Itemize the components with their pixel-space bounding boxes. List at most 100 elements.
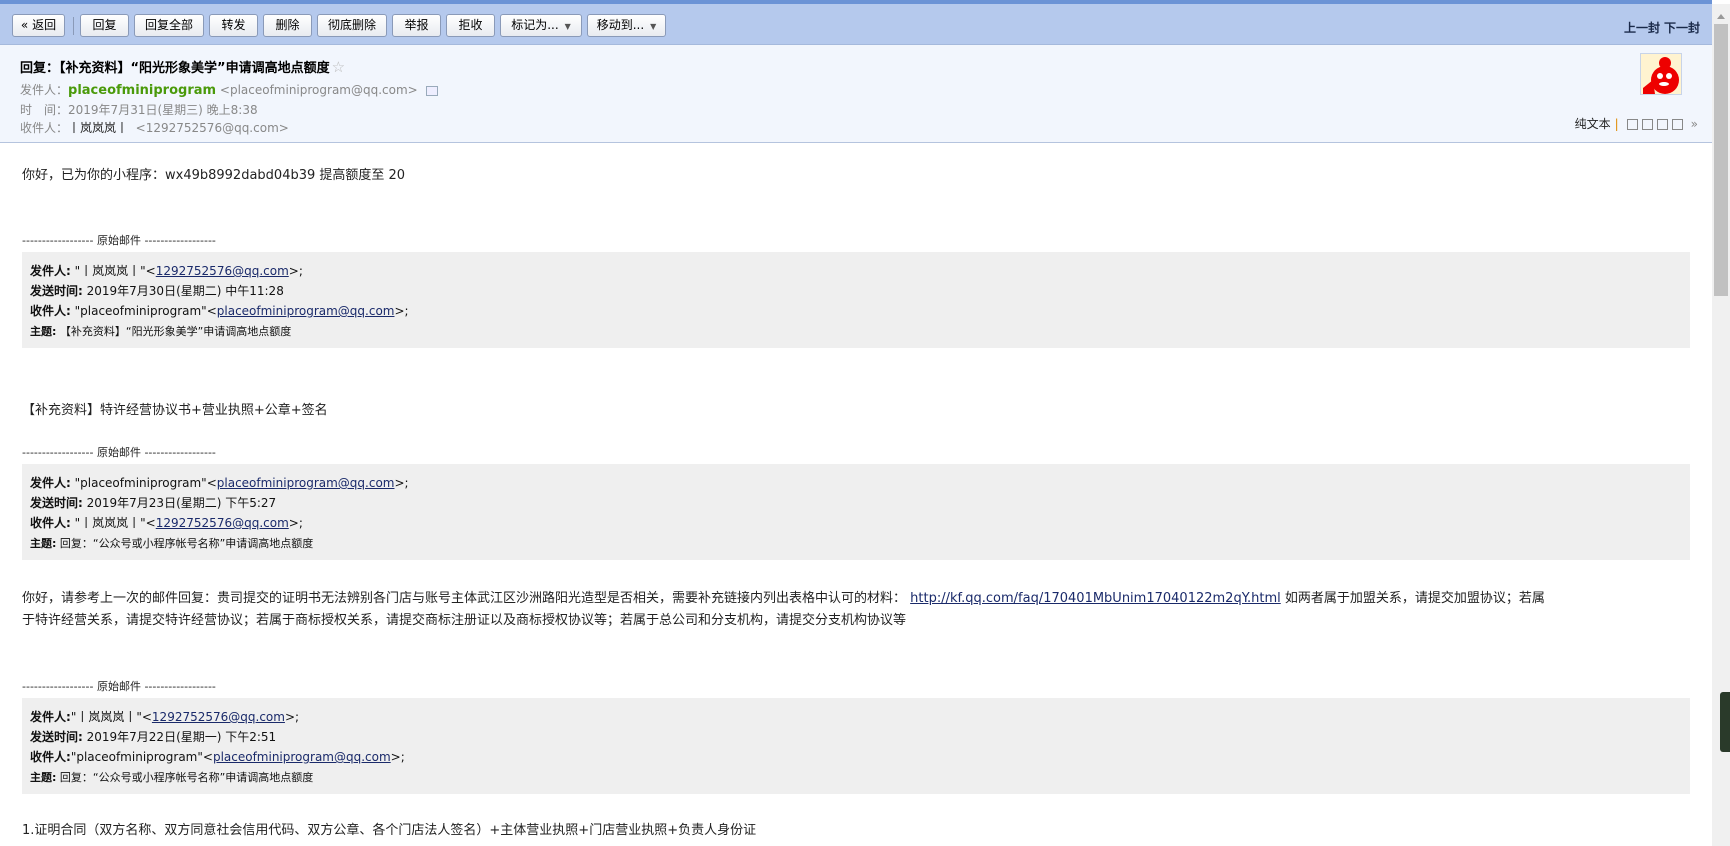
original-mail-divider: ------------------ 原始邮件 ----------------… [22, 234, 216, 247]
quote-to: 收件人:"placeofminiprogram"<placeofminiprog… [30, 748, 405, 768]
recipient-name[interactable]: 丨岚岚岚丨 [68, 121, 128, 135]
move-to-label: 移动到... [596, 18, 645, 32]
reply-button[interactable]: 回复 [80, 14, 129, 37]
mail-navigation: 上一封 下一封 [1620, 19, 1700, 36]
supplement-text: 【补充资料】特许经营协议书+营业执照+公章+签名 [22, 403, 328, 418]
quoted-header: 发件人: "placeofminiprogram"<placeofminipro… [22, 464, 1690, 560]
text-segment: 发送时间: [30, 284, 83, 298]
text-segment: "丨岚岚岚丨"< [70, 516, 156, 530]
email-link[interactable]: placeofminiprogram@qq.com [217, 304, 395, 318]
text-segment: 你好，请参考上一次的邮件回复：贵司提交的证明书无法辨别各门店与账号主体武江区沙洲… [22, 591, 911, 606]
scrollbar-thumb[interactable] [1714, 24, 1728, 296]
original-mail-divider: ------------------ 原始邮件 ----------------… [22, 680, 216, 693]
sender-email: <placeofminiprogram@qq.com> [219, 83, 418, 97]
quote-subject: 主题: 【补充资料】“阳光形象美学”申请调高地点额度 [30, 323, 291, 343]
time-label: 时 间： [20, 103, 69, 117]
chevron-down-icon: ▼ [564, 22, 571, 31]
quoted-header: 发件人: "丨岚岚岚丨"<1292752576@qq.com>; 发送时间: 2… [22, 252, 1690, 348]
text-segment: 主题: [30, 325, 57, 338]
text-segment: 2019年7月23日(星期二) 下午5:27 [82, 496, 277, 510]
quoted-header: 发件人:"丨岚岚岚丨"<1292752576@qq.com>; 发送时间: 20… [22, 698, 1690, 794]
mail-header: 回复：【补充资料】“阳光形象美学”申请调高地点额度 ☆ 发件人：placeofmi… [0, 45, 1712, 143]
next-mail-link[interactable]: 下一封 [1664, 21, 1700, 35]
text-segment: 收件人: [30, 304, 71, 318]
text-segment: 发送时间: [30, 496, 83, 510]
email-link[interactable]: placeofminiprogram@qq.com [213, 750, 391, 764]
report-button[interactable]: 举报 [392, 14, 441, 37]
quote-from: 发件人: "placeofminiprogram"<placeofminipro… [30, 474, 409, 494]
delete-button[interactable]: 删除 [263, 14, 312, 37]
quote-time: 发送时间: 2019年7月23日(星期二) 下午5:27 [30, 494, 276, 514]
sender-row: 发件人：placeofminiprogram <placeofminiprogr… [20, 81, 438, 98]
quote-from: 发件人:"丨岚岚岚丨"<1292752576@qq.com>; [30, 708, 299, 728]
text-segment: 【补充资料】“阳光形象美学”申请调高地点额度 [56, 325, 292, 338]
time-value: 2019年7月31日(星期三) 晚上8:38 [68, 103, 258, 117]
text-segment: "placeofminiprogram"< [70, 476, 217, 490]
text-segment: 2019年7月30日(星期二) 中午11:28 [82, 284, 284, 298]
quote-to: 收件人: "丨岚岚岚丨"<1292752576@qq.com>; [30, 514, 303, 534]
email-link[interactable]: 1292752576@qq.com [156, 264, 289, 278]
mark-as-dropdown[interactable]: 标记为... ▼ [500, 14, 582, 37]
note-icon[interactable] [1641, 119, 1653, 130]
text-segment: >; [284, 710, 300, 724]
quote-time: 发送时间: 2019年7月22日(星期一) 下午2:51 [30, 728, 276, 748]
prev-mail-link[interactable]: 上一封 [1624, 21, 1660, 35]
new-window-icon[interactable] [1626, 119, 1638, 130]
text-segment: 发件人: [30, 476, 71, 490]
faq-link[interactable]: http://kf.qq.com/faq/170401MbUnim1704012… [910, 591, 1281, 606]
recipient-email: <1292752576@qq.com> [135, 121, 289, 135]
quote-subject: 主题: 回复：“公众号或小程序帐号名称”申请调高地点额度 [30, 535, 313, 555]
print-icon[interactable] [1671, 119, 1683, 130]
quote-subject: 主题: 回复：“公众号或小程序帐号名称”申请调高地点额度 [30, 769, 313, 789]
instruction-paragraph: 你好，请参考上一次的邮件回复：贵司提交的证明书无法辨别各门店与账号主体武江区沙洲… [22, 587, 1702, 606]
mark-as-label: 标记为... [511, 18, 559, 32]
forward-button[interactable]: 转发 [209, 14, 258, 37]
email-link[interactable]: placeofminiprogram@qq.com [217, 476, 395, 490]
text-segment: 回复：“公众号或小程序帐号名称”申请调高地点额度 [56, 771, 314, 784]
original-mail-divider: ------------------ 原始邮件 ----------------… [22, 446, 216, 459]
plain-text-link[interactable]: 纯文本 [1575, 117, 1611, 131]
text-segment: 发件人: [30, 710, 71, 724]
text-segment: 发件人: [30, 264, 71, 278]
download-icon[interactable] [1656, 119, 1668, 130]
text-segment: 收件人: [30, 750, 71, 764]
sender-label: 发件人： [20, 83, 69, 97]
text-segment: 2019年7月22日(星期一) 下午2:51 [82, 730, 277, 744]
back-button[interactable]: « 返回 [12, 14, 65, 37]
reject-button[interactable]: 拒收 [446, 14, 495, 37]
text-segment: 主题: [30, 771, 57, 784]
text-segment: "placeofminiprogram"< [70, 304, 217, 318]
move-to-dropdown[interactable]: 移动到... ▼ [587, 14, 666, 37]
chevron-down-icon: ▼ [650, 22, 657, 31]
text-segment: "丨岚岚岚丨"< [70, 710, 152, 724]
text-segment: 回复：“公众号或小程序帐号名称”申请调高地点额度 [56, 537, 314, 550]
subject-text: 回复：【补充资料】“阳光形象美学”申请调高地点额度 [20, 61, 330, 76]
email-link[interactable]: 1292752576@qq.com [156, 516, 289, 530]
delete-permanently-button[interactable]: 彻底删除 [317, 14, 387, 37]
quote-time: 发送时间: 2019年7月30日(星期二) 中午11:28 [30, 282, 284, 302]
mail-body: 你好，已为你的小程序：wx49b8992dabd04b39 提高额度至 20 -… [0, 143, 1712, 846]
expand-icon[interactable]: » [1691, 117, 1698, 131]
quote-to: 收件人: "placeofminiprogram"<placeofminipro… [30, 302, 409, 322]
scroll-up-icon[interactable] [1717, 14, 1725, 19]
side-widget[interactable] [1720, 692, 1730, 752]
sender-name[interactable]: placeofminiprogram [68, 83, 216, 98]
sender-avatar [1640, 53, 1682, 95]
contact-card-icon[interactable] [425, 85, 438, 96]
text-segment: "丨岚岚岚丨"< [70, 264, 156, 278]
text-segment: >; [288, 264, 303, 278]
view-tools: 纯文本 | » [1575, 115, 1698, 132]
text-segment: 发送时间: [30, 730, 83, 744]
toolbar: « 返回 回复 回复全部 转发 删除 彻底删除 举报 拒收 标记为... ▼ 移动… [0, 4, 1712, 45]
text-segment: 主题: [30, 537, 57, 550]
text-segment: 如两者属于加盟关系，请提交加盟协议；若属 [1280, 591, 1545, 606]
text-segment: 收件人: [30, 516, 71, 530]
star-icon[interactable]: ☆ [332, 58, 345, 76]
text-segment: >; [394, 476, 409, 490]
reply-all-button[interactable]: 回复全部 [134, 14, 204, 37]
text-segment: >; [390, 750, 405, 764]
recipient-label: 收件人： [20, 121, 69, 135]
tools-divider: | [1614, 117, 1619, 131]
email-link[interactable]: 1292752576@qq.com [152, 710, 285, 724]
text-segment: "placeofminiprogram"< [70, 750, 213, 764]
